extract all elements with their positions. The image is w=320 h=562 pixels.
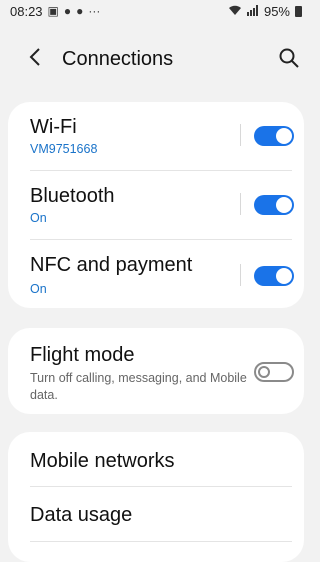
wifi-title: Wi-Fi	[30, 116, 77, 138]
bluetooth-divider	[240, 193, 241, 215]
back-icon[interactable]	[28, 46, 44, 70]
wifi-divider	[240, 124, 241, 146]
status-time: 08:23	[10, 3, 43, 19]
gallery-notification-icon: ▣	[47, 4, 59, 18]
search-icon[interactable]	[278, 47, 300, 69]
battery-percentage: 95%	[263, 3, 290, 19]
data-usage-row[interactable]: Data usage	[8, 487, 304, 541]
data-usage-title: Data usage	[30, 504, 133, 526]
nfc-toggle[interactable]	[254, 266, 294, 286]
bluetooth-row[interactable]: Bluetooth On	[8, 171, 304, 239]
connections-card: Wi-Fi VM9751668 Bluetooth On NFC and pay…	[8, 102, 304, 308]
bluetooth-toggle-knob	[276, 197, 292, 213]
mobile-networks-row[interactable]: Mobile networks	[8, 432, 304, 486]
flight-mode-title: Flight mode	[30, 344, 135, 366]
chat-notification-icon: ●	[63, 4, 72, 18]
nfc-toggle-knob	[276, 268, 292, 284]
more-notifications-icon: ···	[88, 4, 101, 18]
flight-mode-row[interactable]: Flight mode Turn off calling, messaging,…	[8, 328, 304, 414]
wifi-signal-icon	[228, 5, 242, 18]
nfc-status: On	[30, 282, 47, 296]
cell-signal-icon	[246, 4, 259, 18]
mobile-networks-title: Mobile networks	[30, 450, 175, 472]
row-divider	[30, 541, 292, 542]
flight-mode-card: Flight mode Turn off calling, messaging,…	[8, 328, 304, 414]
bluetooth-toggle[interactable]	[254, 195, 294, 215]
flight-mode-description: Turn off calling, messaging, and Mobile …	[30, 371, 247, 402]
wifi-network-name: VM9751668	[30, 142, 98, 156]
nfc-row[interactable]: NFC and payment On	[8, 240, 304, 308]
app-header: Connections	[0, 42, 312, 78]
page-title: Connections	[62, 48, 174, 70]
bluetooth-title: Bluetooth	[30, 185, 115, 207]
nfc-title: NFC and payment	[30, 254, 193, 276]
messenger-notification-icon: ●	[76, 4, 84, 18]
wifi-toggle[interactable]	[254, 126, 294, 146]
flight-mode-toggle-knob	[258, 366, 270, 378]
status-bar: 08:23 ▣ ● ● ··· 95%	[0, 0, 312, 22]
battery-icon	[295, 5, 302, 17]
nfc-divider	[240, 264, 241, 286]
flight-mode-toggle[interactable]	[254, 362, 294, 382]
wifi-row[interactable]: Wi-Fi VM9751668	[8, 102, 304, 170]
wifi-toggle-knob	[276, 128, 292, 144]
status-left: 08:23 ▣ ● ● ···	[10, 4, 100, 19]
status-right: 95%	[228, 4, 302, 19]
more-settings-card: Mobile networks Data usage	[8, 432, 304, 562]
bluetooth-status: On	[30, 211, 47, 225]
